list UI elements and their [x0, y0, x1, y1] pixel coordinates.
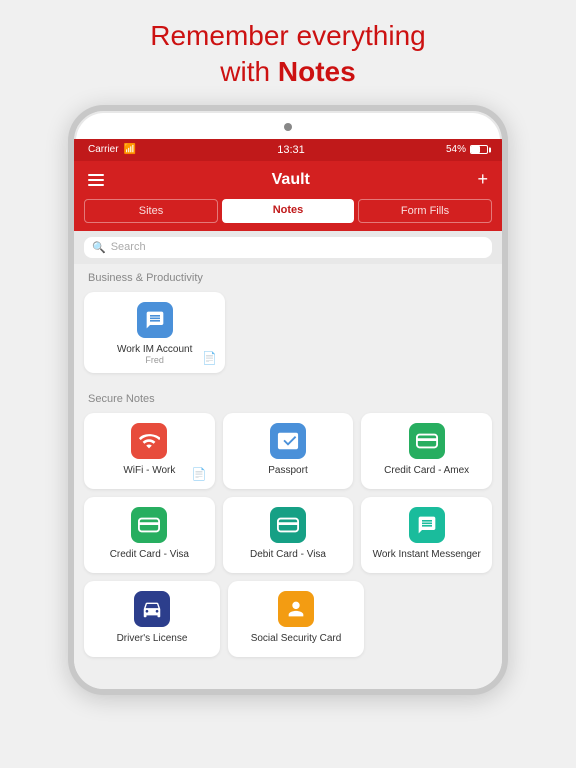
section-header-secure-notes: Secure Notes	[74, 385, 502, 409]
secure-notes-row-3: Driver's License Social Security Card	[84, 581, 492, 657]
card-credit-card-visa[interactable]: Credit Card - Visa	[84, 497, 215, 573]
carrier-label: Carrier	[88, 144, 119, 155]
business-grid: Work IM Account Fred 📄	[74, 288, 502, 385]
card-drivers-license[interactable]: Driver's License	[84, 581, 220, 657]
headline: Remember everything with Notes	[110, 0, 465, 105]
wifi-icon: 📶	[124, 144, 136, 155]
search-icon: 🔍	[92, 241, 106, 254]
card-passport[interactable]: Passport	[223, 413, 354, 489]
card-icon-work-messenger	[409, 507, 445, 543]
camera	[284, 123, 292, 131]
headline-line1: Remember everything	[150, 20, 425, 51]
status-time: 13:31	[277, 144, 305, 156]
card-icon-social-security	[278, 591, 314, 627]
search-bar: 🔍 Search	[74, 231, 502, 264]
secure-notes-row-2: Credit Card - Visa Debit Card - Visa Wor…	[84, 497, 492, 573]
card-label-work-messenger: Work Instant Messenger	[373, 549, 481, 560]
card-wifi-work[interactable]: WiFi - Work 📄	[84, 413, 215, 489]
section-header-business: Business & Productivity	[74, 264, 502, 288]
card-sublabel-work-im: Fred	[145, 355, 164, 365]
card-icon-debit	[270, 507, 306, 543]
card-debit-card-visa[interactable]: Debit Card - Visa	[223, 497, 354, 573]
card-icon-wifi	[131, 423, 167, 459]
tab-notes[interactable]: Notes	[222, 199, 354, 223]
card-label-passport: Passport	[268, 465, 307, 476]
tab-form-fills[interactable]: Form Fills	[358, 199, 492, 223]
headline-line2-prefix: with	[220, 56, 278, 87]
card-label-debit-visa: Debit Card - Visa	[250, 549, 326, 560]
card-icon-work-im	[137, 302, 173, 338]
secure-notes-grid: WiFi - Work 📄 Passport Credit Card - Ame…	[74, 409, 502, 669]
status-left: Carrier 📶	[88, 144, 136, 155]
card-label-wifi: WiFi - Work	[123, 465, 175, 476]
note-icon-wifi: 📄	[192, 467, 207, 481]
add-button[interactable]: +	[477, 169, 488, 190]
card-icon-visa	[131, 507, 167, 543]
navbar: Vault +	[74, 161, 502, 199]
status-bar: Carrier 📶 13:31 54%	[74, 139, 502, 161]
card-icon-passport	[270, 423, 306, 459]
card-label-drivers: Driver's License	[117, 633, 188, 644]
search-placeholder: Search	[111, 241, 146, 253]
card-label-social-security: Social Security Card	[251, 633, 342, 644]
headline-bold: Notes	[278, 56, 356, 87]
battery-percent: 54%	[446, 144, 466, 155]
card-label-amex: Credit Card - Amex	[384, 465, 469, 476]
menu-button[interactable]	[88, 174, 104, 186]
status-right: 54%	[446, 144, 488, 155]
business-row-1: Work IM Account Fred 📄	[84, 292, 492, 373]
device: Carrier 📶 13:31 54% Vault + Sites Notes …	[68, 105, 508, 695]
card-social-security[interactable]: Social Security Card	[228, 581, 364, 657]
tab-bar: Sites Notes Form Fills	[74, 199, 502, 231]
card-credit-card-amex[interactable]: Credit Card - Amex	[361, 413, 492, 489]
search-input-wrap[interactable]: 🔍 Search	[84, 237, 492, 258]
tab-sites[interactable]: Sites	[84, 199, 218, 223]
nav-title: Vault	[272, 171, 310, 189]
card-icon-amex	[409, 423, 445, 459]
card-work-im-account[interactable]: Work IM Account Fred 📄	[84, 292, 225, 373]
card-label-work-im: Work IM Account	[117, 344, 192, 355]
note-icon-work-im: 📄	[202, 351, 217, 365]
battery-icon	[470, 145, 488, 154]
card-label-credit-visa: Credit Card - Visa	[110, 549, 189, 560]
card-icon-drivers	[134, 591, 170, 627]
secure-notes-row-1: WiFi - Work 📄 Passport Credit Card - Ame…	[84, 413, 492, 489]
card-work-instant-messenger[interactable]: Work Instant Messenger	[361, 497, 492, 573]
content-area: Business & Productivity Work IM Account …	[74, 264, 502, 689]
